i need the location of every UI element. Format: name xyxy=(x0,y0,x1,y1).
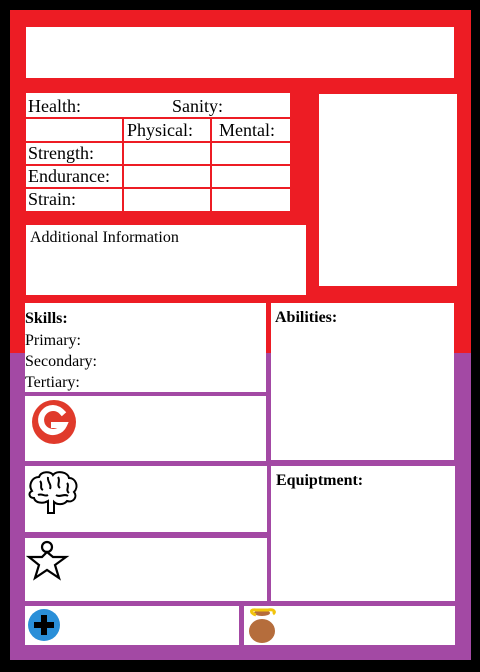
person-star-box[interactable] xyxy=(25,538,267,601)
g-logo-box[interactable] xyxy=(25,396,266,461)
stats-divider xyxy=(122,119,124,211)
plus-icon xyxy=(28,609,60,641)
equipment-label: Equiptment: xyxy=(276,472,364,489)
additional-info-box[interactable]: Additional Information xyxy=(26,225,306,295)
abilities-label: Abilities: xyxy=(275,309,338,326)
money-bag-icon xyxy=(249,608,276,643)
abilities-box[interactable]: Abilities: xyxy=(271,303,454,460)
brain-box[interactable] xyxy=(25,466,267,532)
g-logo-icon xyxy=(32,400,76,444)
name-box[interactable] xyxy=(26,27,454,78)
skills-box[interactable]: Skills: Primary: Secondary: Tertiary: xyxy=(25,303,266,392)
equipment-box[interactable]: Equiptment: xyxy=(271,466,455,601)
endurance-label: Endurance: xyxy=(28,166,110,186)
health-label: Health: xyxy=(28,96,81,116)
skill-primary-label: Primary: xyxy=(25,332,81,349)
stats-divider xyxy=(26,117,290,119)
physical-column-header: Physical: xyxy=(127,120,193,140)
skill-tertiary-label: Tertiary: xyxy=(25,374,80,391)
brain-icon xyxy=(28,471,78,514)
money-box[interactable] xyxy=(244,606,455,645)
stats-table: Health: Sanity: Physical: Mental: Streng… xyxy=(26,93,290,211)
portrait-box[interactable] xyxy=(319,94,457,286)
health-plus-box[interactable] xyxy=(25,606,239,645)
sanity-label: Sanity: xyxy=(172,96,224,116)
mental-column-header: Mental: xyxy=(219,120,275,140)
strength-label: Strength: xyxy=(28,143,94,163)
additional-info-label: Additional Information xyxy=(30,229,179,246)
person-star-icon xyxy=(26,540,70,581)
strain-label: Strain: xyxy=(28,189,76,209)
stats-divider xyxy=(210,119,212,211)
skill-secondary-label: Secondary: xyxy=(25,353,97,370)
skills-label: Skills: xyxy=(25,310,68,327)
